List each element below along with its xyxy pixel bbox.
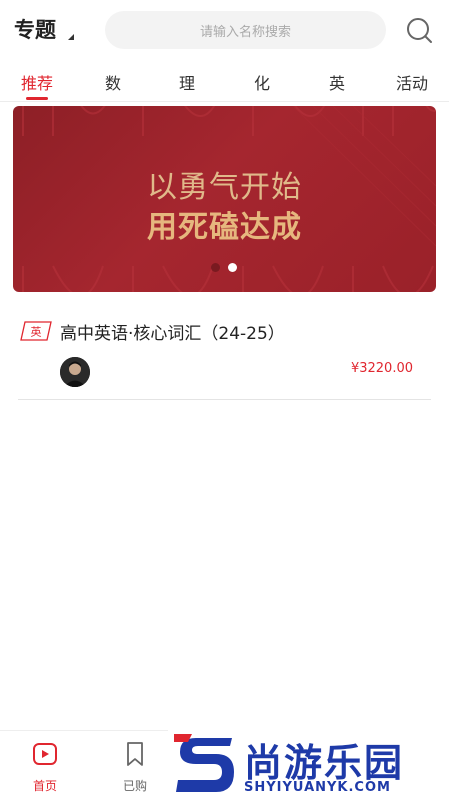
- subject-badge-label: 英: [31, 325, 42, 339]
- banner-line1: 以勇气开始: [147, 170, 302, 205]
- bookmark-icon: [127, 742, 143, 766]
- subject-tabs: 推荐 数 理 化 英 活动: [0, 62, 449, 102]
- nav-purchased-label: 已购: [122, 779, 147, 793]
- dropdown-corner-icon[interactable]: [68, 34, 74, 40]
- course-price: ¥3220.00: [350, 361, 413, 376]
- tab-activities[interactable]: 活动: [387, 70, 437, 94]
- course-title[interactable]: 高中英语·核心词汇（24-25）: [60, 319, 285, 344]
- tab-english[interactable]: 英: [312, 70, 362, 94]
- page-title[interactable]: 专题: [14, 14, 56, 44]
- carousel-dots: [211, 263, 237, 272]
- watermark-s-icon: [174, 734, 234, 792]
- watermark-logo: 尚游乐园 SHYIYUANYK.COM: [168, 730, 449, 800]
- tab-physics[interactable]: 理: [162, 70, 212, 94]
- active-tab-indicator: [26, 97, 48, 100]
- carousel-dot[interactable]: [211, 263, 220, 272]
- header: 专题 请输入名称搜索: [0, 0, 449, 60]
- search-placeholder: 请输入名称搜索: [199, 24, 291, 40]
- home-play-icon: [33, 743, 57, 765]
- search-icon[interactable]: [404, 15, 434, 45]
- teacher-avatar: [60, 357, 90, 387]
- banner-line2: 用死磕达成: [147, 210, 302, 245]
- watermark-subtitle: SHYIYUANYK.COM: [244, 780, 391, 795]
- search-input[interactable]: 请输入名称搜索: [105, 11, 386, 49]
- nav-home[interactable]: 首页: [15, 741, 75, 794]
- tab-chemistry[interactable]: 化: [237, 70, 287, 94]
- tab-recommend[interactable]: 推荐: [12, 70, 62, 94]
- tab-math[interactable]: 数: [88, 70, 138, 94]
- promo-banner[interactable]: 以勇气开始 用死磕达成: [13, 106, 436, 292]
- watermark-title: 尚游乐园: [244, 741, 405, 785]
- carousel-dot-active[interactable]: [228, 263, 237, 272]
- nav-purchased[interactable]: 已购: [105, 741, 165, 794]
- nav-home-label: 首页: [32, 779, 57, 793]
- course-card[interactable]: 英 高中英语·核心词汇（24-25） ¥3220.00: [18, 310, 431, 400]
- subject-badge-icon: 英: [20, 321, 52, 341]
